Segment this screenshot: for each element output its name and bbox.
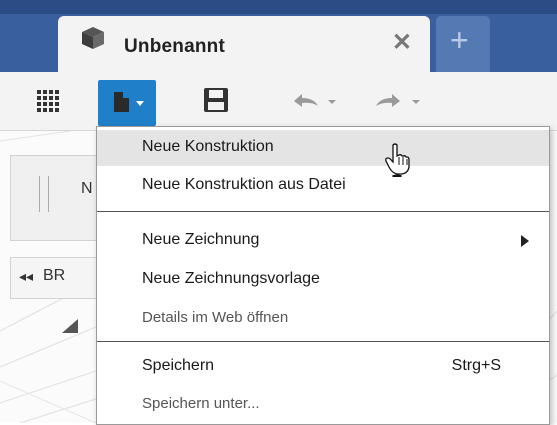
menu-item-label: Neue Konstruktion aus Datei <box>142 176 346 193</box>
browser-label: BR <box>43 267 66 284</box>
menu-separator <box>97 341 549 342</box>
menu-item-save[interactable]: Speichern Strg+S <box>97 349 549 385</box>
triangle-icon <box>62 319 78 333</box>
menu-item-new-drawing-template[interactable]: Neue Zeichnungsvorlage <box>97 262 549 298</box>
browser-nav[interactable]: ◂◂ BR <box>10 257 102 299</box>
menu-item-label: Speichern unter... <box>142 395 260 412</box>
menu-item-label: Details im Web öffnen <box>142 309 289 326</box>
menu-item-new-drawing[interactable]: Neue Zeichnung <box>97 223 549 259</box>
menu-item-label: Speichern <box>142 357 215 374</box>
cube-icon <box>82 27 104 49</box>
menu-item-new-design-from-file[interactable]: Neue Konstruktion aus Datei <box>97 168 549 204</box>
menu-item-label: Neue Zeichnung <box>142 231 260 248</box>
hand-cursor-icon <box>385 143 410 177</box>
panel-letter: N <box>81 180 93 197</box>
title-bar-shade <box>0 0 557 14</box>
title-bar: Unbenannt ✕ + <box>0 0 557 72</box>
tab-title: Unbenannt <box>124 36 226 57</box>
browser-panel: N <box>10 155 102 241</box>
menu-item-shortcut: Strg+S <box>451 357 501 374</box>
menu-item-label: Neue Zeichnungsvorlage <box>142 270 320 287</box>
file-dropdown-menu: Neue Konstruktion Neue Konstruktion aus … <box>96 126 550 425</box>
plus-icon: + <box>450 22 469 58</box>
save-icon[interactable] <box>203 87 229 113</box>
toolbar <box>0 72 557 131</box>
apps-grid-icon[interactable] <box>37 90 59 112</box>
submenu-arrow-icon <box>521 235 529 247</box>
panel-grip[interactable] <box>39 176 49 212</box>
menu-separator <box>97 211 549 212</box>
chevron-down-icon <box>136 101 144 106</box>
new-tab-button[interactable]: + <box>436 16 490 72</box>
menu-item-label: Neue Konstruktion <box>142 138 274 155</box>
menu-item-open-details-web[interactable]: Details im Web öffnen <box>97 301 549 337</box>
collapse-icon[interactable]: ◂◂ <box>19 268 33 285</box>
document-icon <box>114 92 129 112</box>
close-icon[interactable]: ✕ <box>392 31 412 55</box>
undo-icon[interactable] <box>292 92 336 112</box>
file-menu-button[interactable] <box>98 80 156 126</box>
redo-icon[interactable] <box>372 92 422 112</box>
menu-item-save-as[interactable]: Speichern unter... <box>97 387 549 423</box>
menu-item-new-design[interactable]: Neue Konstruktion <box>97 130 549 166</box>
document-tab[interactable]: Unbenannt ✕ <box>58 16 430 72</box>
